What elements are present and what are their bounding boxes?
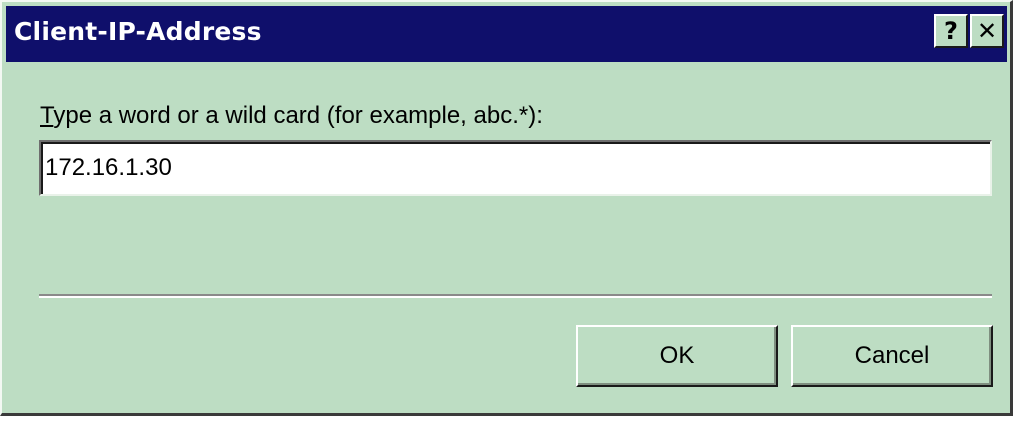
help-button[interactable]: ? <box>934 14 968 48</box>
help-icon: ? <box>944 17 958 45</box>
separator <box>39 294 992 298</box>
ok-button[interactable]: OK <box>576 325 778 387</box>
close-icon: ✕ <box>976 17 998 45</box>
value-input[interactable] <box>45 144 965 192</box>
close-button[interactable]: ✕ <box>970 14 1004 48</box>
prompt-text: Type a word or a wild card (for example,… <box>40 102 543 129</box>
prompt-label: Type a word or a wild card (for example,… <box>40 102 543 130</box>
value-field[interactable] <box>39 140 992 196</box>
cancel-button-label: Cancel <box>854 342 930 369</box>
title-bar[interactable]: Client-IP-Address ? ✕ <box>6 6 1007 62</box>
cancel-button[interactable]: Cancel <box>791 325 993 387</box>
ok-button-label: OK <box>659 342 695 369</box>
dialog-title: Client-IP-Address <box>14 17 262 46</box>
client-ip-address-dialog: Client-IP-Address ? ✕ Type a word or a w… <box>0 0 1013 416</box>
